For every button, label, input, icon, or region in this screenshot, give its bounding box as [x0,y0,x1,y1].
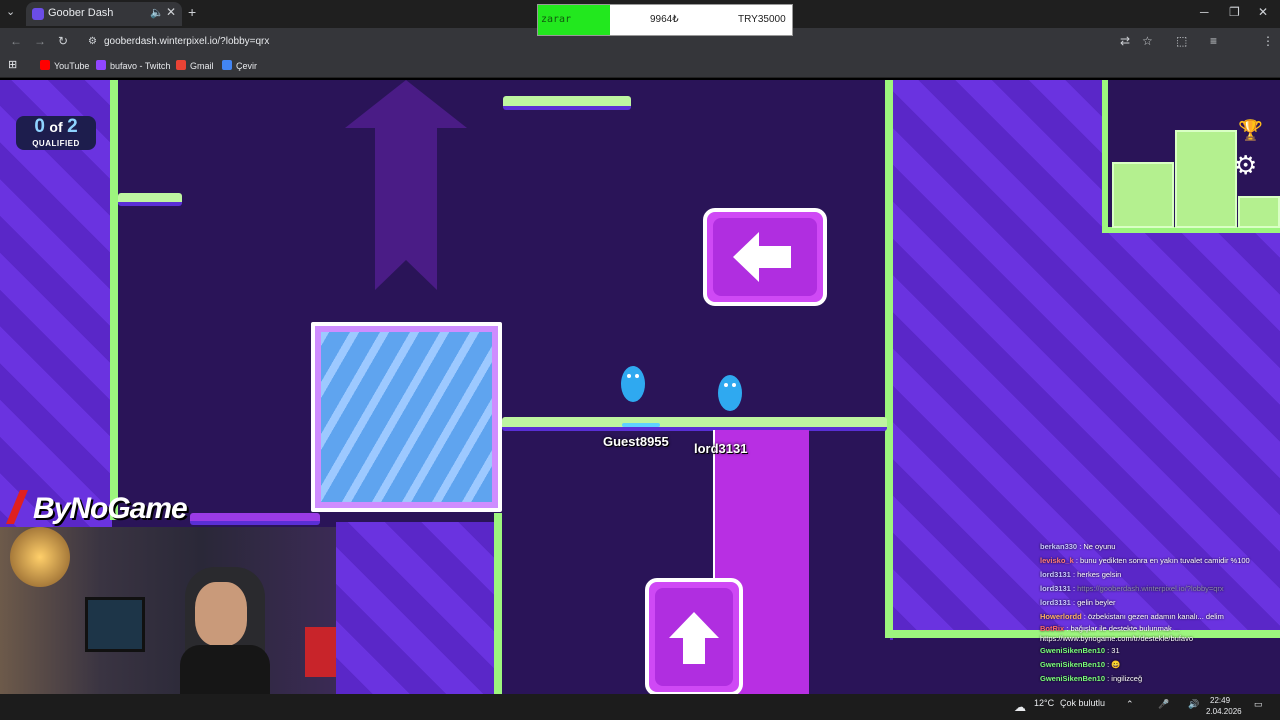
bynogame-logo: ByNoGame [0,484,200,528]
lower-pit-wall [494,513,502,694]
qualified-label: QUALIFIED [32,139,80,148]
lower-left-floor [190,513,320,525]
up-arrow-booster-inner [655,588,733,686]
bookmarks-bar: ⊞ YouTube bufavo - Twitch Gmail Çevir [0,56,1280,78]
red-chair-light [305,627,336,677]
bynogame-mark-icon [6,490,28,524]
chat-message: GweniSikenBen10 : 😀 [1040,660,1121,669]
tab-title: Goober Dash [48,7,114,19]
podium-first [1175,130,1237,228]
overlay-left-label: zarar [541,14,572,25]
bookmark-star-icon[interactable]: ☆ [1142,34,1153,48]
close-window-icon[interactable]: ✕ [1258,5,1268,19]
translate-icon[interactable]: ⇄ [1120,34,1130,48]
logo-text: ByNoGame [33,492,188,525]
donation-overlay: zarar 9964₺ TRY35000 [537,4,793,36]
ice-block [311,322,502,512]
chat-message: lord3131 : https://gooberdash.winterpixe… [1040,584,1224,593]
up-arrow-booster [645,578,743,694]
browser-tab[interactable]: Goober Dash 🔈 ✕ [26,2,182,26]
bookmark-youtube[interactable]: YouTube [40,60,89,71]
chat-message: GweniSikenBen10 : 31 [1040,646,1120,655]
clock-date[interactable]: 2.04.2026 [1206,707,1242,716]
translate-bookmark-icon [222,60,232,70]
minimize-icon[interactable]: ─ [1200,5,1209,19]
overlay-progress-fill: zarar [538,5,610,35]
left-ledge [118,193,182,206]
podium-third [1238,196,1280,228]
goober-player-lord [718,375,742,411]
menu-kebab-icon[interactable]: ⋮ [1262,34,1274,48]
back-icon[interactable]: ← [10,34,22,48]
extensions-icon[interactable]: ⬚ [1176,34,1187,48]
site-info-icon[interactable]: ⚙ [88,36,97,47]
media-control-icon[interactable]: ≡ [1210,34,1217,48]
ice-pattern [321,332,492,502]
left-wall-edge [110,80,118,520]
streamer-head [195,582,247,646]
bookmark-twitch[interactable]: bufavo - Twitch [96,60,170,71]
left-arrow-icon [733,232,791,282]
tab-search-chevron-icon[interactable]: ⌄ [6,5,15,18]
qualified-counter: 0 of 2 QUALIFIED [16,116,96,150]
podium-second [1112,162,1174,228]
volume-icon[interactable]: 🔊 [1188,699,1199,710]
main-floor [502,417,887,431]
qualified-count: 0 [34,116,45,137]
overlay-target-value: TRY35000 [738,14,786,25]
tray-chevron-icon[interactable]: ⌃ [1126,699,1134,710]
overlay-current-value: 9964₺ [650,14,679,25]
leaderboard-icon[interactable]: 🏆 [1238,118,1263,143]
streamer-body [180,645,270,694]
weather-temp[interactable]: 12°C [1034,698,1054,708]
chat-message: GweniSikenBen10 : ingilizceğ [1040,674,1143,683]
weather-cloud-icon[interactable]: ☁ [1014,700,1026,714]
bookmark-translate[interactable]: Çevir [222,60,257,71]
chat-message: lord3131 : herkes gelsin [1040,570,1122,579]
reload-icon[interactable]: ↻ [58,34,68,48]
settings-gear-icon[interactable]: ⚙ [1234,150,1257,181]
left-arrow-booster [703,208,827,306]
youtube-icon [40,60,50,70]
background-monitor [85,597,145,652]
windows-taskbar: ☁ 12°C Çok bulutlu ⌃ 🎤 🔊 22:49 2.04.2026… [0,694,1280,720]
left-arrow-booster-inner [713,218,817,296]
qualified-total: 2 [67,116,78,137]
weather-desc[interactable]: Çok bulutlu [1060,698,1105,708]
chat-message: berkan330 : Ne oyunu [1040,542,1116,551]
chat-message: levisko_k : bunu yedikten sonra en yakın… [1040,556,1250,565]
url-field[interactable]: gooberdash.winterpixel.io/?lobby=qrx [104,36,269,47]
close-tab-icon[interactable]: ✕ [166,5,176,19]
notification-icon[interactable]: ▭ [1254,699,1263,710]
lamp-glow [10,527,70,587]
gmail-icon [176,60,186,70]
top-platform [503,96,631,110]
microphone-icon[interactable]: 🎤 [1158,699,1169,710]
qualified-of: of [49,119,63,135]
boost-meter [622,423,660,427]
player-name-guest: Guest8955 [603,434,669,449]
podium-area-edge-left [1102,80,1108,232]
twitch-icon [96,60,106,70]
chat-message: BotRix : bağışlar ile destekte bulunmak … [1040,624,1193,643]
restore-icon[interactable]: ❐ [1229,5,1240,19]
up-arrow-decal-icon [345,80,467,290]
chat-message: Howerlordd : özbekistanı gezen adamın ka… [1040,612,1224,621]
lower-left-wall [336,522,494,694]
bookmark-gmail[interactable]: Gmail [176,60,214,71]
stream-chat: berkan330 : Ne oyunu levisko_k : bunu ye… [1040,540,1280,686]
new-tab-icon[interactable]: + [188,4,196,20]
right-wall-edge [885,80,893,636]
audio-speaker-icon[interactable]: 🔈 [150,6,164,19]
apps-grid-icon[interactable]: ⊞ [8,58,17,71]
chat-message: lord3131 : gelin beyler [1040,598,1116,607]
player-name-lord: lord3131 [694,441,748,456]
clock-time[interactable]: 22:49 [1210,696,1230,705]
forward-icon[interactable]: → [34,34,46,48]
webcam-feed [0,527,336,694]
goober-player-guest [621,366,645,402]
up-arrow-icon [669,612,719,664]
goober-dash-favicon-icon [32,8,44,20]
